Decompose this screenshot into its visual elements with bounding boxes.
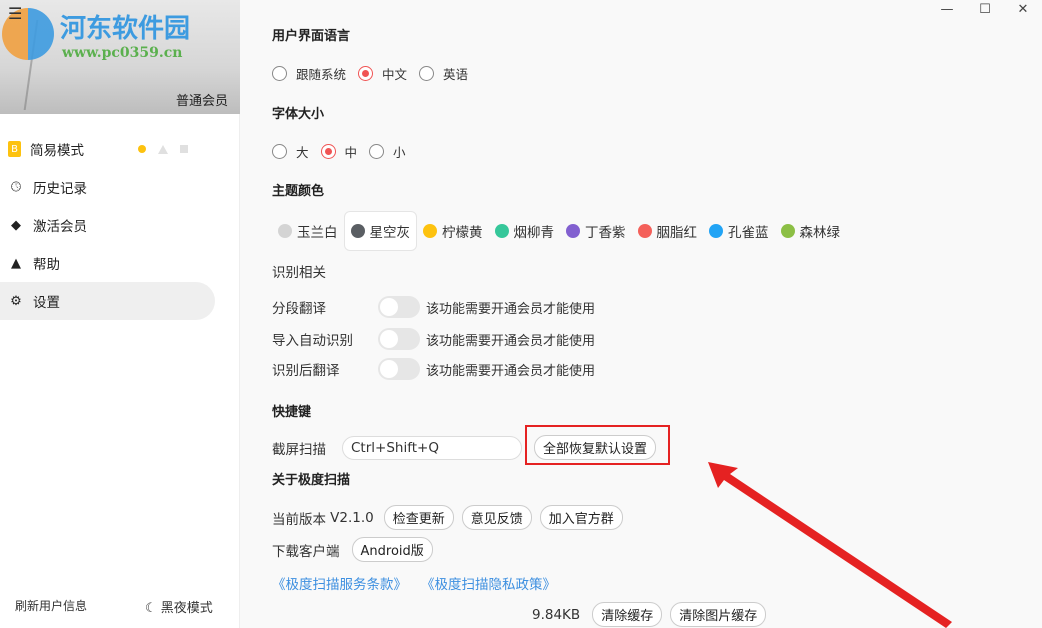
- annotation-arrow: [0, 0, 1042, 628]
